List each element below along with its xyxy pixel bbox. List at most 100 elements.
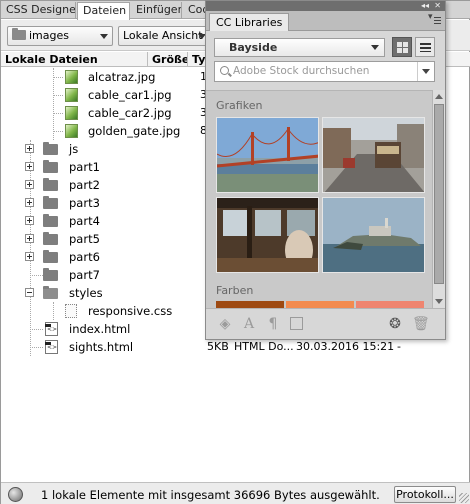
file-type: HTML Do... — [234, 340, 294, 353]
folder-icon — [43, 196, 58, 209]
color-swatch[interactable] — [286, 301, 354, 308]
folder-icon — [43, 178, 58, 191]
close-icon[interactable]: ✕ — [434, 1, 441, 11]
add-color-icon[interactable] — [290, 317, 303, 330]
folder-name: part3 — [69, 196, 100, 210]
chevron-down-icon — [371, 45, 379, 50]
folder-icon — [43, 160, 58, 173]
view-select-value: Lokale Ansicht — [123, 29, 203, 42]
image-file-icon — [65, 124, 78, 138]
expand-icon[interactable] — [25, 234, 34, 243]
file-name: sights.html — [69, 340, 134, 354]
site-select-value: images — [29, 29, 69, 42]
tab-cc-libraries[interactable]: CC Libraries — [209, 13, 290, 31]
html-file-icon — [45, 340, 58, 354]
list-view-button[interactable] — [415, 37, 435, 57]
css-file-icon — [65, 304, 77, 318]
section-colors-label: Farben — [216, 284, 254, 297]
panel-menu-icon[interactable] — [428, 12, 442, 27]
log-button[interactable]: Protokoll... — [394, 486, 456, 503]
folder-icon — [43, 142, 58, 155]
scroll-up-icon[interactable] — [435, 94, 443, 99]
resize-grip-icon[interactable] — [459, 493, 469, 503]
color-swatch[interactable] — [216, 301, 284, 308]
status-bar: 1 lokale Elemente mit insgesamt 36696 By… — [1, 482, 470, 504]
tab-dateien[interactable]: Dateien — [77, 2, 130, 20]
folder-name: part2 — [69, 178, 100, 192]
collapse-icon[interactable] — [25, 288, 34, 297]
expand-icon[interactable] — [25, 198, 34, 207]
folder-icon — [43, 214, 58, 227]
site-select[interactable]: images — [7, 26, 113, 46]
folder-name: part5 — [69, 232, 100, 246]
library-select[interactable]: Bayside — [214, 38, 385, 57]
file-checked-out: - — [397, 340, 401, 353]
column-local-files[interactable]: Lokale Dateien — [1, 52, 148, 67]
html-file-icon — [45, 322, 58, 336]
file-size: 5KB — [207, 340, 229, 353]
library-content: Grafiken Farben — [206, 90, 432, 308]
list-icon — [420, 43, 431, 52]
search-placeholder: Adobe Stock durchsuchen — [233, 65, 370, 77]
add-character-style-icon[interactable]: A — [242, 317, 256, 331]
search-options-dropdown[interactable] — [417, 62, 434, 81]
cc-libraries-panel: ◂◂ ✕ CC Libraries Bayside Adobe Stock du… — [205, 0, 446, 340]
column-size[interactable]: Größe — [148, 52, 188, 67]
grid-icon — [397, 42, 408, 53]
folder-icon — [43, 232, 58, 245]
library-scrollbar[interactable] — [432, 90, 445, 308]
folder-name: part7 — [69, 268, 100, 282]
file-name: responsive.css — [88, 304, 173, 318]
status-message: 1 lokale Elemente mit insgesamt 36696 By… — [41, 488, 380, 502]
grid-view-button[interactable] — [392, 37, 412, 57]
image-file-icon — [65, 70, 78, 84]
scroll-down-icon[interactable] — [435, 299, 443, 304]
search-icon — [220, 66, 229, 75]
status-icon — [8, 487, 23, 502]
folder-icon — [43, 250, 58, 263]
cc-tab-row: CC Libraries — [206, 11, 445, 31]
trash-icon[interactable]: 🗑 — [412, 317, 430, 331]
folder-name: styles — [69, 286, 103, 300]
file-name: golden_gate.jpg — [88, 124, 181, 138]
folder-name: js — [69, 142, 79, 156]
panel-drag-bar[interactable]: ◂◂ ✕ — [206, 1, 445, 11]
file-name: cable_car1.jpg — [88, 88, 172, 102]
file-row[interactable]: sights.html 5KB HTML Do... 30.03.2016 15… — [1, 338, 470, 356]
file-name: cable_car2.jpg — [88, 106, 172, 120]
library-toolbar: ◈ A ¶ ❂ 🗑 — [206, 308, 445, 339]
open-folder-icon — [43, 286, 58, 299]
folder-name: part1 — [69, 160, 100, 174]
expand-icon[interactable] — [25, 252, 34, 261]
graphic-thumbnail-alcatraz[interactable] — [322, 197, 425, 273]
folder-icon — [12, 28, 26, 40]
expand-icon[interactable] — [25, 162, 34, 171]
scrollbar-thumb[interactable] — [434, 104, 444, 284]
section-graphics-label: Grafiken — [216, 99, 263, 112]
color-swatch[interactable] — [356, 301, 424, 308]
add-graphic-icon[interactable]: ◈ — [218, 317, 232, 331]
file-name: index.html — [69, 322, 131, 336]
add-paragraph-style-icon[interactable]: ¶ — [266, 317, 280, 331]
expand-icon[interactable] — [25, 144, 34, 153]
folder-icon — [43, 268, 58, 281]
chevron-down-icon — [100, 34, 108, 39]
tab-css-designer[interactable]: CSS Designer — [1, 2, 76, 19]
image-file-icon — [65, 106, 78, 120]
file-name: alcatraz.jpg — [88, 70, 156, 84]
stock-search-input[interactable]: Adobe Stock durchsuchen — [214, 61, 435, 82]
graphic-thumbnail-golden-gate[interactable] — [216, 117, 319, 193]
view-select[interactable]: Lokale Ansicht — [118, 26, 211, 46]
expand-icon[interactable] — [25, 180, 34, 189]
file-modified: 30.03.2016 15:21 — [296, 340, 395, 353]
folder-name: part6 — [69, 250, 100, 264]
folder-name: part4 — [69, 214, 100, 228]
tab-einfuegen[interactable]: Einfügen — [131, 2, 182, 19]
tab-code[interactable]: Code — [183, 2, 207, 19]
expand-icon[interactable] — [25, 216, 34, 225]
collapse-panel-icon[interactable]: ◂◂ — [421, 1, 429, 11]
graphic-thumbnail-cable-car-street[interactable] — [322, 117, 425, 193]
library-select-value: Bayside — [229, 41, 278, 54]
creative-cloud-icon[interactable]: ❂ — [388, 317, 402, 331]
graphic-thumbnail-cable-car-interior[interactable] — [216, 197, 319, 273]
